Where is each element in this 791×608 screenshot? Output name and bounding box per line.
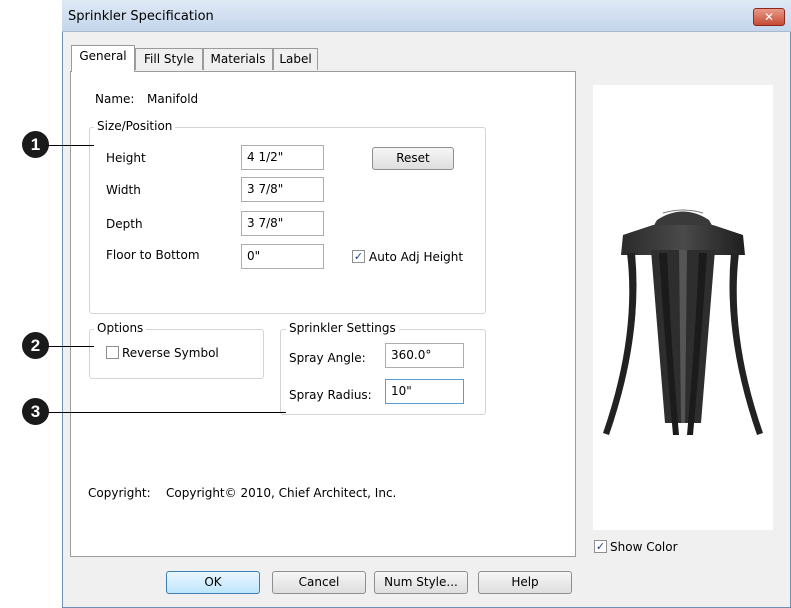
- window-title: Sprinkler Specification: [68, 9, 214, 24]
- callout-1: 1: [22, 131, 49, 158]
- tab-label[interactable]: Label: [273, 48, 318, 70]
- checkmark-icon: ✓: [353, 250, 364, 263]
- tab-fill-style[interactable]: Fill Style: [135, 48, 203, 70]
- spray-angle-field[interactable]: 360.0°: [385, 343, 464, 368]
- callout-3-leader: [36, 412, 286, 413]
- name-value: Manifold: [147, 92, 199, 106]
- reverse-symbol-label[interactable]: Reverse Symbol: [122, 346, 219, 360]
- width-label: Width: [106, 183, 141, 197]
- callout-2: 2: [22, 332, 49, 359]
- size-position-legend: Size/Position: [94, 119, 176, 133]
- floor-to-bottom-field[interactable]: 0": [241, 244, 324, 269]
- sprinkler-settings-legend: Sprinkler Settings: [286, 321, 399, 335]
- checkmark-icon: ✓: [595, 540, 606, 553]
- help-button[interactable]: Help: [478, 571, 572, 594]
- callout-3: 3: [22, 398, 49, 425]
- cancel-button[interactable]: Cancel: [272, 571, 366, 594]
- tab-materials[interactable]: Materials: [203, 48, 273, 70]
- auto-adj-height-checkbox[interactable]: ✓: [352, 250, 365, 263]
- floor-to-bottom-label: Floor to Bottom: [106, 248, 200, 262]
- spray-radius-field[interactable]: 10": [385, 379, 464, 404]
- reverse-symbol-checkbox[interactable]: [106, 346, 119, 359]
- reset-button[interactable]: Reset: [372, 147, 454, 170]
- name-label: Name:: [95, 92, 135, 106]
- preview-pane[interactable]: [593, 85, 773, 530]
- ok-button[interactable]: OK: [166, 571, 260, 594]
- spray-angle-label: Spray Angle:: [289, 351, 366, 365]
- tab-general[interactable]: General: [71, 45, 135, 72]
- copyright-value: Copyright© 2010, Chief Architect, Inc.: [166, 486, 397, 500]
- depth-label: Depth: [106, 217, 143, 231]
- close-button[interactable]: ✕: [753, 8, 785, 26]
- show-color-label[interactable]: Show Color: [610, 540, 678, 554]
- num-style-button[interactable]: Num Style...: [374, 571, 468, 594]
- auto-adj-height-label[interactable]: Auto Adj Height: [369, 250, 463, 264]
- depth-field[interactable]: 3 7/8": [241, 211, 324, 236]
- options-legend: Options: [94, 321, 147, 335]
- show-color-checkbox[interactable]: ✓: [594, 540, 607, 553]
- close-icon: ✕: [763, 10, 775, 24]
- height-field[interactable]: 4 1/2": [241, 145, 324, 170]
- width-field[interactable]: 3 7/8": [241, 177, 324, 202]
- copyright-label: Copyright:: [88, 486, 151, 500]
- height-label: Height: [106, 151, 146, 165]
- spray-radius-label: Spray Radius:: [289, 388, 372, 402]
- sprinkler-preview-image: [603, 209, 763, 435]
